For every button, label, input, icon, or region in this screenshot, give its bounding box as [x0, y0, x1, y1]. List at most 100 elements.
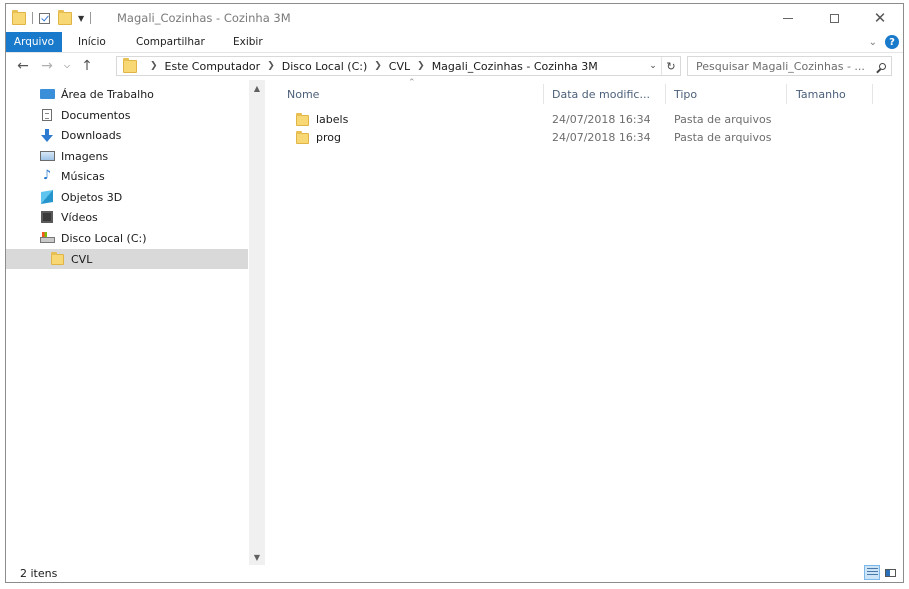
customize-toolbar-icon[interactable]: ▼	[78, 14, 84, 23]
file-date: 24/07/2018 16:34	[552, 113, 651, 126]
sidebar-item-documents[interactable]: Documentos	[6, 105, 248, 125]
sidebar-item-music[interactable]: ♪ Músicas	[6, 166, 248, 186]
maximize-button[interactable]	[811, 4, 857, 32]
desktop-icon	[39, 88, 55, 100]
breadcrumb-cvl[interactable]: CVL	[389, 60, 410, 73]
scrollbar-thumb[interactable]	[251, 100, 263, 545]
folder-icon	[296, 112, 309, 126]
details-view-button[interactable]	[864, 565, 880, 580]
sidebar-item-downloads[interactable]: Downloads	[6, 125, 248, 145]
expand-ribbon-icon[interactable]: ⌄	[869, 37, 877, 48]
chevron-down-icon: ⌵	[63, 61, 71, 70]
sidebar-item-videos[interactable]: Vídeos	[6, 207, 248, 227]
navigation-bar: ← → ⌵ ↑ ❯ Este Computador ❯ Disco Local …	[6, 54, 903, 78]
breadcrumb-this-pc[interactable]: Este Computador	[165, 60, 261, 73]
tab-share[interactable]: Compartilhar	[136, 32, 205, 52]
view-switcher	[862, 565, 898, 580]
sidebar-item-label: Vídeos	[61, 210, 98, 224]
new-folder-icon[interactable]	[58, 9, 72, 25]
documents-icon	[39, 109, 55, 121]
search-icon[interactable]	[873, 62, 891, 70]
breadcrumb-separator[interactable]: ❯	[150, 61, 158, 71]
breadcrumb-current-folder[interactable]: Magali_Cozinhas - Cozinha 3M	[432, 60, 598, 73]
drive-icon	[39, 232, 55, 244]
forward-arrow-icon: →	[41, 58, 53, 74]
folder-icon	[12, 9, 26, 25]
scroll-up-icon[interactable]: ▲	[249, 80, 265, 96]
back-button[interactable]: ←	[14, 57, 32, 75]
column-divider[interactable]	[872, 84, 873, 104]
downloads-icon	[39, 128, 55, 142]
column-header-date[interactable]: Data de modific...	[552, 80, 650, 108]
help-icon[interactable]: ?	[885, 35, 899, 49]
up-arrow-icon: ↑	[81, 58, 93, 74]
tab-home[interactable]: Início	[78, 32, 106, 52]
toolbar-divider	[90, 12, 92, 24]
search-box[interactable]: Pesquisar Magali_Cozinhas - ...	[687, 56, 892, 76]
sidebar-item-desktop[interactable]: Área de Trabalho	[6, 84, 248, 104]
breadcrumb-local-disk[interactable]: Disco Local (C:)	[282, 60, 368, 73]
quick-access-toolbar: ▼	[12, 9, 97, 26]
minimize-button[interactable]	[765, 4, 811, 32]
breadcrumb-separator[interactable]: ❯	[374, 61, 382, 71]
breadcrumb-separator[interactable]: ❯	[267, 61, 275, 71]
address-bar[interactable]: ❯ Este Computador ❯ Disco Local (C:) ❯ C…	[116, 56, 681, 76]
up-button[interactable]: ↑	[78, 57, 96, 75]
file-type: Pasta de arquivos	[674, 113, 772, 126]
3d-objects-icon	[39, 189, 55, 205]
file-name-cell[interactable]: labels	[296, 111, 348, 129]
search-input[interactable]: Pesquisar Magali_Cozinhas - ...	[696, 60, 873, 73]
column-divider[interactable]	[543, 84, 544, 104]
breadcrumb-separator[interactable]: ❯	[417, 61, 425, 71]
file-list: ⌃ Nome Data de modific... Tipo Tamanho l…	[268, 78, 903, 565]
sidebar-item-cvl[interactable]: CVL	[6, 249, 248, 269]
close-button[interactable]: ✕	[857, 4, 903, 32]
file-type: Pasta de arquivos	[674, 131, 772, 144]
table-row[interactable]: labels 24/07/2018 16:34 Pasta de arquivo…	[268, 111, 828, 129]
table-row[interactable]: prog 24/07/2018 16:34 Pasta de arquivos	[268, 129, 828, 147]
large-icons-view-button[interactable]	[882, 565, 898, 580]
properties-icon[interactable]	[39, 12, 50, 24]
toolbar-divider	[32, 12, 33, 24]
explorer-window: ▼ Magali_Cozinhas - Cozinha 3M ✕ Arquivo…	[5, 3, 904, 583]
sidebar-item-label: Músicas	[61, 169, 105, 183]
title-bar: ▼ Magali_Cozinhas - Cozinha 3M ✕	[6, 4, 903, 32]
tab-view[interactable]: Exibir	[233, 32, 263, 52]
sidebar-item-pictures[interactable]: Imagens	[6, 146, 248, 166]
item-count: 2 itens	[20, 566, 58, 580]
folder-icon	[49, 251, 65, 265]
file-date: 24/07/2018 16:34	[552, 131, 651, 144]
folder-icon	[123, 57, 137, 73]
sidebar-scrollbar[interactable]: ▲ ▼	[249, 80, 265, 565]
large-icons-view-icon	[884, 568, 896, 577]
sidebar-item-label: Objetos 3D	[61, 190, 123, 204]
sidebar-item-label: Disco Local (C:)	[61, 231, 147, 245]
ribbon-right: ⌄ ?	[869, 35, 899, 49]
column-header-size[interactable]: Tamanho	[796, 80, 846, 108]
minimize-icon	[783, 17, 793, 19]
column-divider[interactable]	[665, 84, 666, 104]
file-name-cell[interactable]: prog	[296, 129, 341, 147]
back-arrow-icon: ←	[17, 58, 29, 74]
refresh-icon[interactable]: ↻	[661, 57, 680, 75]
address-dropdown-icon[interactable]: ⌄	[645, 61, 661, 71]
sort-ascending-icon: ⌃	[408, 78, 416, 88]
magnifier-glyph	[878, 62, 886, 70]
pictures-icon	[39, 150, 55, 162]
sidebar-item-label: Imagens	[61, 149, 109, 163]
sidebar-item-label: CVL	[71, 252, 93, 266]
column-header-type[interactable]: Tipo	[674, 80, 697, 108]
file-name: prog	[316, 131, 341, 144]
column-header-name[interactable]: Nome	[287, 80, 319, 108]
forward-button[interactable]: →	[38, 57, 56, 75]
tab-file[interactable]: Arquivo	[6, 32, 62, 52]
sidebar-item-3d-objects[interactable]: Objetos 3D	[6, 187, 248, 207]
column-divider[interactable]	[786, 84, 787, 104]
sidebar-item-local-disk[interactable]: Disco Local (C:)	[6, 228, 248, 248]
sidebar-item-label: Documentos	[61, 108, 131, 122]
recent-locations-button[interactable]: ⌵	[58, 57, 76, 75]
window-title: Magali_Cozinhas - Cozinha 3M	[117, 11, 291, 25]
videos-icon	[39, 211, 55, 223]
maximize-icon	[829, 13, 839, 23]
navigation-pane: Área de Trabalho Documentos Downloads Im…	[6, 80, 265, 565]
